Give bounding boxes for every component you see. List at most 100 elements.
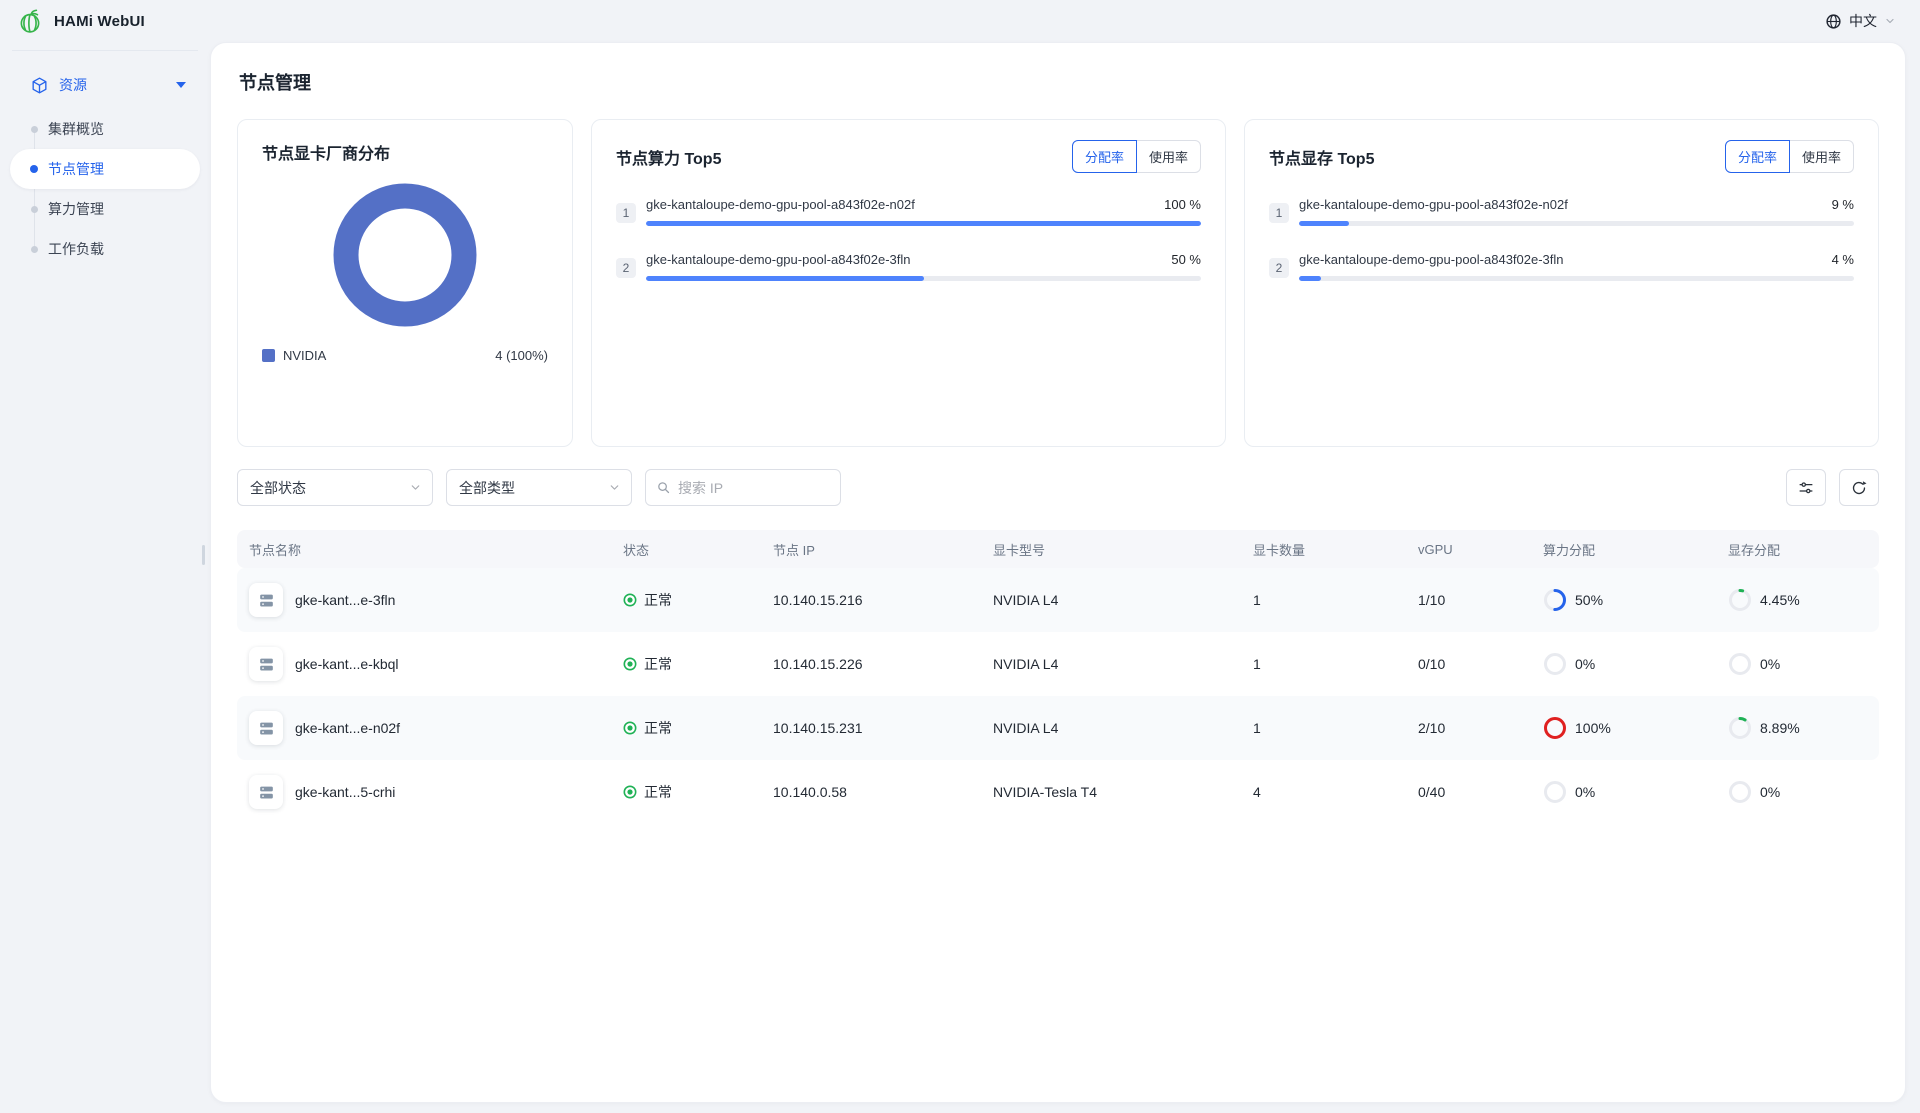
legend-label: NVIDIA	[283, 348, 326, 363]
node-icon-box	[249, 647, 283, 681]
memory-alloc-cell: 4.45%	[1716, 588, 1879, 612]
vendor-legend: NVIDIA 4 (100%)	[262, 348, 548, 363]
ip-search-input[interactable]	[678, 480, 830, 496]
nodes-table: 节点名称 状态 节点 IP 显卡型号 显卡数量 vGPU 算力分配 显存分配	[237, 530, 1879, 824]
node-name[interactable]: gke-kant...e-n02f	[295, 720, 400, 736]
sidebar-item[interactable]: 节点管理	[10, 149, 200, 189]
node-name[interactable]: gke-kant...5-crhi	[295, 784, 395, 800]
table-row[interactable]: gke-kant...5-crhi 正常 10.140.0.58 NVIDIA-…	[237, 760, 1879, 824]
progress-fill	[1299, 276, 1321, 281]
table-body: gke-kant...e-3fln 正常 10.140.15.216 NVIDI…	[237, 568, 1879, 824]
node-name-cell[interactable]: gke-kant...e-n02f	[237, 711, 611, 745]
column-header: vGPU	[1406, 542, 1531, 557]
memory-top5-card: 节点显存 Top5 分配率 使用率 1 gke-kantaloupe-demo-…	[1244, 119, 1879, 447]
status-text: 正常	[644, 718, 672, 738]
progress-track	[1299, 276, 1854, 281]
language-selector[interactable]: 中文	[1825, 11, 1896, 31]
vendor-card-title: 节点显卡厂商分布	[262, 140, 390, 164]
node-percent: 9 %	[1832, 197, 1854, 212]
memory-alloc-ring	[1728, 652, 1752, 676]
cube-icon	[30, 76, 49, 95]
refresh-button[interactable]	[1839, 469, 1879, 506]
tab-allocation-rate[interactable]: 分配率	[1725, 140, 1790, 173]
sidebar-item[interactable]: 算力管理	[10, 189, 200, 229]
node-percent: 100 %	[1164, 197, 1201, 212]
rank-badge: 1	[1269, 203, 1289, 223]
node-name[interactable]: gke-kant...e-3fln	[295, 592, 395, 608]
gpu-model-cell: NVIDIA L4	[981, 720, 1241, 736]
tab-usage-rate[interactable]: 使用率	[1790, 140, 1854, 173]
filter-row: 全部状态 全部类型	[237, 469, 1879, 506]
node-ip-cell: 10.140.0.58	[761, 784, 981, 800]
progress-track	[1299, 221, 1854, 226]
status-cell: 正常	[611, 782, 761, 802]
item-dot-icon	[31, 246, 38, 253]
rank-badge: 2	[616, 258, 636, 278]
vgpu-cell: 0/10	[1406, 656, 1531, 672]
node-name: gke-kantaloupe-demo-gpu-pool-a843f02e-3f…	[646, 252, 911, 267]
compute-alloc-ring	[1543, 652, 1567, 676]
compute-alloc-cell: 0%	[1531, 652, 1716, 676]
sidebar-item[interactable]: 集群概览	[10, 109, 200, 149]
gpu-model-cell: NVIDIA L4	[981, 592, 1241, 608]
tab-usage-rate[interactable]: 使用率	[1137, 140, 1201, 173]
gpu-count-cell: 1	[1241, 720, 1406, 736]
status-ok-icon	[623, 721, 637, 735]
compute-alloc-value: 100%	[1575, 720, 1611, 736]
compute-alloc-cell: 50%	[1531, 588, 1716, 612]
compute-alloc-ring	[1543, 780, 1567, 804]
language-label: 中文	[1849, 11, 1877, 31]
column-header: 显卡型号	[981, 540, 1241, 559]
memory-alloc-ring	[1728, 588, 1752, 612]
memory-alloc-ring	[1728, 780, 1752, 804]
column-header: 显卡数量	[1241, 540, 1406, 559]
server-icon	[257, 783, 276, 802]
compute-alloc-ring	[1543, 588, 1567, 612]
table-row[interactable]: gke-kant...e-3fln 正常 10.140.15.216 NVIDI…	[237, 568, 1879, 632]
status-filter-value: 全部状态	[250, 478, 306, 498]
progress-track	[646, 276, 1201, 281]
vgpu-cell: 1/10	[1406, 592, 1531, 608]
type-filter-select[interactable]: 全部类型	[446, 469, 632, 506]
gpu-count-cell: 4	[1241, 784, 1406, 800]
table-row[interactable]: gke-kant...e-kbql 正常 10.140.15.226 NVIDI…	[237, 632, 1879, 696]
node-name[interactable]: gke-kant...e-kbql	[295, 656, 399, 672]
sidebar: 资源 集群概览 节点管理 算力管理 工作负载	[0, 42, 210, 1113]
rank-badge: 2	[1269, 258, 1289, 278]
server-icon	[257, 655, 276, 674]
sidebar-item[interactable]: 工作负载	[10, 229, 200, 269]
memory-card-title: 节点显存 Top5	[1269, 145, 1374, 169]
column-settings-button[interactable]	[1786, 469, 1826, 506]
search-icon	[656, 480, 671, 495]
sidebar-resize-handle[interactable]	[202, 545, 205, 565]
gpu-model-cell: NVIDIA-Tesla T4	[981, 784, 1241, 800]
node-percent: 4 %	[1832, 252, 1854, 267]
memory-alloc-cell: 8.89%	[1716, 716, 1879, 740]
compute-alloc-value: 0%	[1575, 784, 1595, 800]
gpu-model-cell: NVIDIA L4	[981, 656, 1241, 672]
column-header: 节点 IP	[761, 540, 981, 559]
node-name-cell[interactable]: gke-kant...5-crhi	[237, 775, 611, 809]
sidebar-item-label: 集群概览	[48, 119, 104, 139]
table-row[interactable]: gke-kant...e-n02f 正常 10.140.15.231 NVIDI…	[237, 696, 1879, 760]
node-name-cell[interactable]: gke-kant...e-3fln	[237, 583, 611, 617]
memory-alloc-value: 4.45%	[1760, 592, 1800, 608]
status-cell: 正常	[611, 718, 761, 738]
app-title: HAMi WebUI	[54, 13, 145, 30]
memory-rate-toggle: 分配率 使用率	[1725, 140, 1854, 173]
brand: HAMi WebUI	[18, 7, 145, 35]
top5-item: 1 gke-kantaloupe-demo-gpu-pool-a843f02e-…	[616, 197, 1201, 226]
progress-track	[646, 221, 1201, 226]
main-panel: 节点管理 节点显卡厂商分布 NVIDIA 4 (100%)	[210, 42, 1906, 1103]
progress-fill	[646, 221, 1201, 226]
top5-item: 2 gke-kantaloupe-demo-gpu-pool-a843f02e-…	[616, 252, 1201, 281]
table-header: 节点名称 状态 节点 IP 显卡型号 显卡数量 vGPU 算力分配 显存分配	[237, 530, 1879, 568]
tab-allocation-rate[interactable]: 分配率	[1072, 140, 1137, 173]
compute-alloc-cell: 0%	[1531, 780, 1716, 804]
rank-badge: 1	[616, 203, 636, 223]
globe-icon	[1825, 13, 1842, 30]
legend-swatch	[262, 349, 275, 362]
sidebar-group-resources[interactable]: 资源	[10, 65, 200, 105]
node-name-cell[interactable]: gke-kant...e-kbql	[237, 647, 611, 681]
status-filter-select[interactable]: 全部状态	[237, 469, 433, 506]
